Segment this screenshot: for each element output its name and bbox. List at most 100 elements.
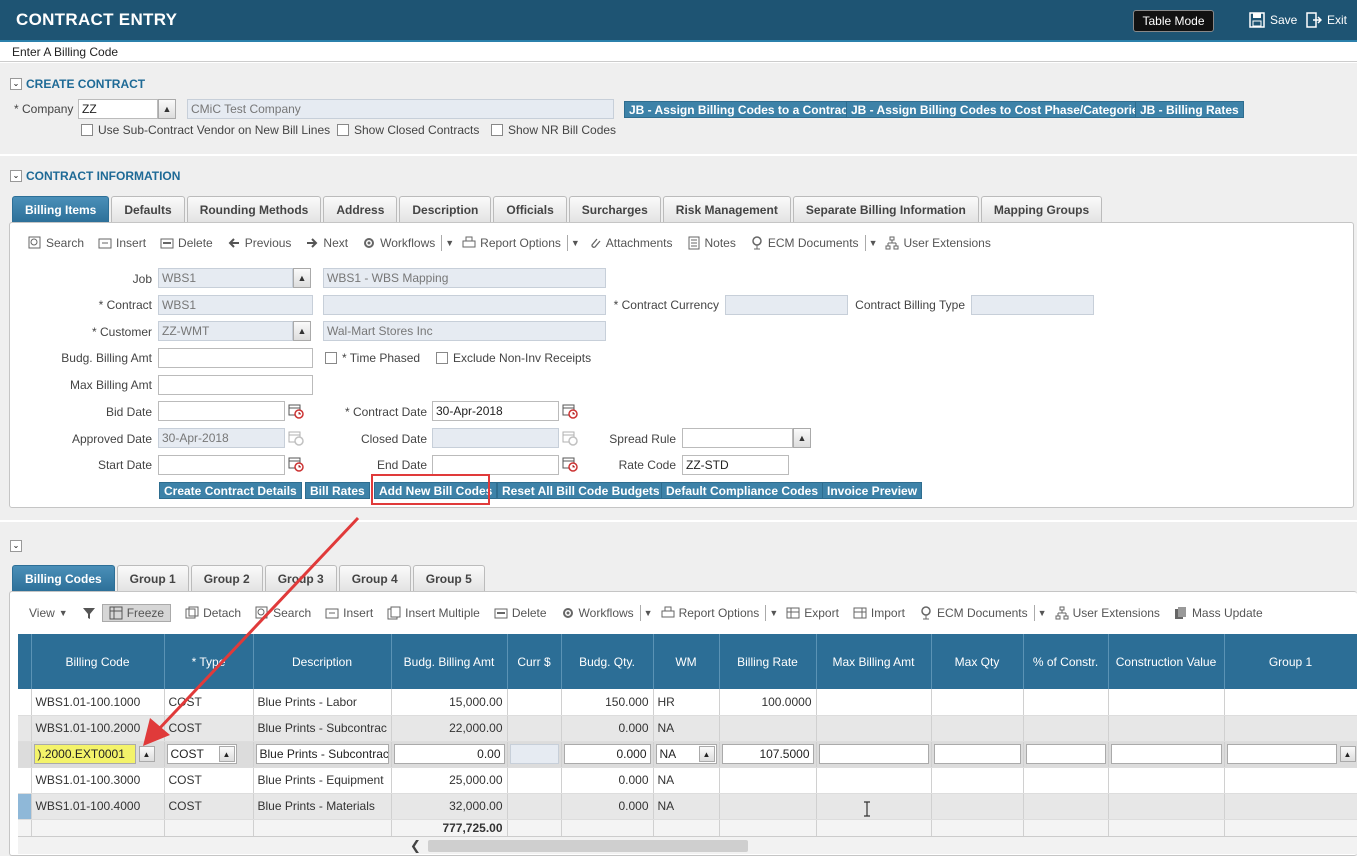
calendar-icon[interactable] [562,403,578,419]
table-row[interactable]: WBS1.01-100.3000 COST Blue Prints - Equi… [18,767,1357,794]
type-cell[interactable]: COST [164,715,254,742]
billing-code-input[interactable]: ).2000.EXT0001 ▲ [33,744,155,764]
calendar-icon[interactable] [562,456,578,472]
tab-group-5[interactable]: Group 5 [412,565,485,591]
curr-cell[interactable] [507,741,562,768]
report-options-button[interactable]: Report Options [661,606,759,620]
customer-input[interactable]: ZZ-WMT [158,321,293,341]
max-billing-amt-cell[interactable] [816,715,932,742]
tab-defaults[interactable]: Defaults [111,196,185,222]
job-lov-button[interactable]: ▲ [293,268,311,288]
tab-surcharges[interactable]: Surcharges [568,196,661,222]
column-header[interactable]: Group 1 [1224,634,1357,689]
bill-rates-button[interactable]: Bill Rates [305,482,370,499]
wm-cell[interactable]: NA [653,767,720,794]
budg-qty-cell[interactable]: 0.000 [561,767,654,794]
billing-rate-cell[interactable] [719,715,817,742]
budg-qty-cell[interactable]: 0.000 [561,715,654,742]
create-contract-header[interactable]: ⌄ CREATE CONTRACT [10,77,145,91]
billing-rates-button[interactable]: JB - Billing Rates [1135,101,1244,118]
column-header[interactable]: Budg. Qty. [561,634,654,689]
billing-code-cell[interactable]: WBS1.01-100.1000 [31,689,165,716]
reset-bill-code-budgets-button[interactable]: Reset All Bill Code Budgets [497,482,665,499]
type-input[interactable]: COST ▲ [166,744,237,764]
description-input[interactable]: Blue Prints - Subcontrac [255,744,389,764]
exit-button[interactable]: Exit [1306,12,1347,28]
workflows-button[interactable]: Workflows [561,606,634,620]
company-lov-button[interactable]: ▲ [158,99,176,119]
tab-group-4[interactable]: Group 4 [338,565,411,591]
editing-row[interactable]: ).2000.EXT0001 ▲ COST ▲ Blue Prints - Subc… [18,741,1357,768]
calendar-icon[interactable] [562,430,578,446]
collapse-icon[interactable]: ⌄ [10,78,22,90]
billing-code-cell[interactable]: WBS1.01-100.2000 [31,715,165,742]
user-extensions-button[interactable]: User Extensions [885,236,991,250]
calendar-icon[interactable] [288,403,304,419]
type-cell[interactable]: COST [164,767,254,794]
job-input[interactable]: WBS1 [158,268,293,288]
row-selector[interactable] [18,767,32,794]
description-cell[interactable]: Blue Prints - Subcontrac [253,741,392,768]
budg-billing-amt-cell[interactable]: 22,000.00 [391,715,508,742]
group1-cell[interactable] [1224,793,1357,820]
user-extensions-button[interactable]: User Extensions [1055,606,1160,620]
tab-risk-management[interactable]: Risk Management [662,196,791,222]
search-button[interactable]: Search [255,606,311,620]
pct-constr-input[interactable] [1025,744,1106,764]
column-header[interactable]: Curr $ [507,634,562,689]
max-qty-cell[interactable] [931,767,1024,794]
ecm-documents-button[interactable]: ECM Documents [750,236,859,250]
description-cell[interactable]: Blue Prints - Materials [253,793,392,820]
budg-billing-amt-input[interactable] [158,348,313,368]
collapse-icon[interactable]: ⌄ [10,540,22,552]
max-billing-amt-input[interactable] [158,375,313,395]
billing-rate-input[interactable]: 107.5000 [721,744,814,764]
billing-code-cell[interactable]: ).2000.EXT0001 ▲ [31,741,165,768]
billing-codes-header[interactable]: ⌄ [10,540,22,552]
ecm-dropdown[interactable]: ▼ [864,235,877,251]
import-button[interactable]: Import [853,606,905,620]
save-button[interactable]: Save [1249,12,1297,28]
group1-cell[interactable] [1224,689,1357,716]
max-billing-amt-cell[interactable] [816,767,932,794]
type-cell[interactable]: COST ▲ [164,741,254,768]
tab-billing-items[interactable]: Billing Items [12,196,110,222]
table-row[interactable]: WBS1.01-100.2000 COST Blue Prints - Subc… [18,715,1357,742]
max-billing-amt-input[interactable] [818,744,929,764]
insert-button[interactable]: Insert [98,236,146,250]
horizontal-scrollbar[interactable]: ❮ [18,836,1357,854]
group1-cell[interactable] [1224,767,1357,794]
assign-billing-codes-cost-phase-button[interactable]: JB - Assign Billing Codes to Cost Phase/… [846,101,1151,118]
tab-mapping-groups[interactable]: Mapping Groups [980,196,1103,222]
calendar-icon[interactable] [288,456,304,472]
tab-officials[interactable]: Officials [493,196,567,222]
contract-input[interactable]: WBS1 [158,295,313,315]
table-row[interactable]: WBS1.01-100.4000 COST Blue Prints - Mate… [18,793,1357,820]
rate-code-input[interactable]: ZZ-STD [682,455,789,475]
wm-cell[interactable]: NA [653,715,720,742]
budg-qty-input[interactable]: 0.000 [563,744,651,764]
row-selector[interactable] [18,689,32,716]
insert-multiple-button[interactable]: Insert Multiple [387,606,480,620]
billing-rate-cell[interactable] [719,793,817,820]
column-header[interactable]: Max Billing Amt [816,634,932,689]
budg-qty-cell[interactable]: 0.000 [561,793,654,820]
view-menu[interactable]: View ▼ [29,606,68,620]
tab-group-2[interactable]: Group 2 [190,565,263,591]
invoice-preview-button[interactable]: Invoice Preview [822,482,923,499]
construction-value-cell[interactable] [1108,793,1225,820]
construction-value-input[interactable] [1110,744,1222,764]
previous-button[interactable]: Previous [227,236,291,250]
column-header[interactable]: Max Qty [931,634,1024,689]
tab-group-3[interactable]: Group 3 [264,565,337,591]
curr-cell[interactable] [507,689,562,716]
ecm-dropdown[interactable]: ▼ [1033,605,1047,621]
report-options-dropdown[interactable]: ▼ [765,605,778,621]
budg-qty-cell[interactable]: 0.000 [561,741,654,768]
report-options-dropdown[interactable]: ▼ [566,235,580,251]
show-nr-bill-codes-checkbox[interactable]: Show NR Bill Codes [491,123,616,137]
column-header[interactable]: Budg. Billing Amt [391,634,508,689]
column-header[interactable]: Billing Code [31,634,165,689]
curr-input[interactable] [509,744,559,764]
max-qty-input[interactable] [933,744,1021,764]
